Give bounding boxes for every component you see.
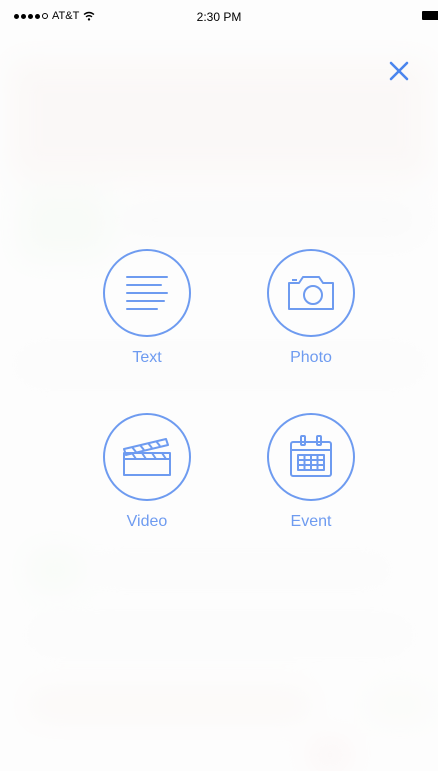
- event-post-button[interactable]: [267, 413, 355, 501]
- video-post-option[interactable]: Video: [92, 413, 202, 531]
- photo-post-button[interactable]: [267, 249, 355, 337]
- camera-icon: [288, 276, 334, 310]
- close-icon: [389, 61, 409, 81]
- status-time: 2:30 PM: [196, 10, 242, 24]
- video-option-label: Video: [126, 513, 168, 530]
- text-post-button[interactable]: [103, 249, 191, 337]
- text-lines-icon: [126, 276, 168, 310]
- compose-menu-screen: AT&T 2:30 PM Text Photo Video Event: [0, 0, 438, 771]
- frosted-overlay: [0, 0, 438, 771]
- clapperboard-icon: [123, 438, 171, 476]
- text-post-option[interactable]: Text: [92, 249, 202, 367]
- photo-post-option[interactable]: Photo: [256, 249, 366, 367]
- status-bar: AT&T 2:30 PM: [0, 0, 438, 34]
- close-button[interactable]: [386, 58, 412, 84]
- event-option-label: Event: [290, 513, 332, 530]
- calendar-icon: [290, 435, 332, 477]
- battery-icon: [422, 11, 438, 20]
- text-option-label: Text: [132, 349, 162, 366]
- video-post-button[interactable]: [103, 413, 191, 501]
- photo-option-label: Photo: [290, 349, 332, 366]
- event-post-option[interactable]: Event: [256, 413, 366, 531]
